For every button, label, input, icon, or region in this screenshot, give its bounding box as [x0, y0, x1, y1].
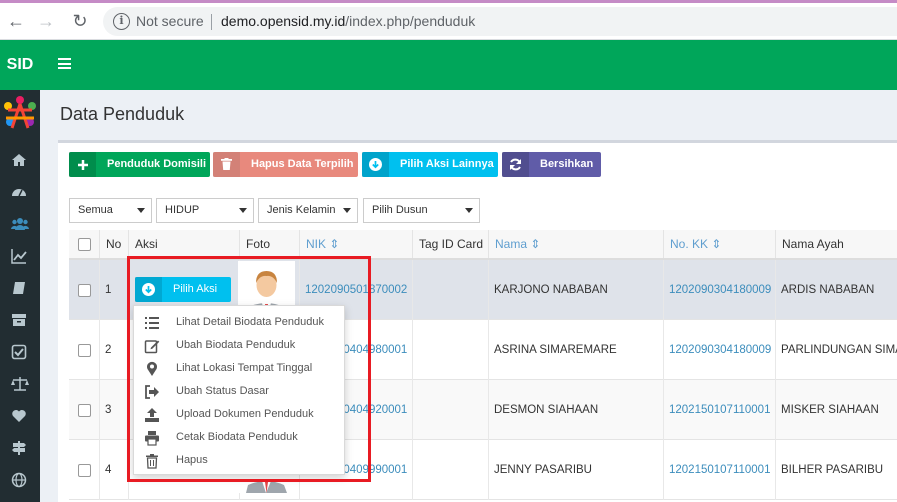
home-icon [12, 154, 26, 166]
col-foto: Foto [239, 230, 299, 258]
caret-down-icon [343, 208, 351, 213]
col-tag: Tag ID Card [412, 230, 488, 258]
row-checkbox[interactable] [78, 404, 91, 417]
url-text[interactable]: demo.opensid.my.id/index.php/penduduk [221, 13, 475, 29]
users-icon [11, 218, 29, 230]
reload-icon[interactable]: ↻ [68, 9, 92, 33]
col-ayah: Nama Ayah [775, 230, 897, 258]
col-nik-label: NIK [306, 237, 327, 251]
signpost-icon [12, 441, 26, 455]
row-ayah: BILHER PASARIBU [781, 464, 884, 476]
sort-icon: ⇕ [711, 237, 722, 251]
refresh-icon [502, 152, 529, 177]
select-value: HIDUP [165, 204, 200, 216]
row-nama: JENNY PASARIBU [494, 464, 592, 476]
col-nik[interactable]: NIK ⇕ [299, 230, 412, 258]
page-title: Data Penduduk [60, 104, 185, 124]
row-nama: ASRINA SIMAREMARE [494, 344, 617, 356]
url-host: demo.opensid.my.id [221, 13, 346, 29]
row-kk[interactable]: 1202090304180009 [663, 260, 775, 320]
sidebar-item-bantuan[interactable] [0, 400, 40, 432]
chart-icon [11, 249, 27, 264]
row-kk[interactable]: 1202090304180009 [663, 320, 775, 380]
arrow-circle-down-icon [362, 152, 389, 177]
row-no: 2 [105, 344, 112, 356]
sidebar-item-web[interactable] [0, 464, 40, 496]
security-label: Not secure [136, 13, 204, 29]
url-separator [211, 14, 212, 30]
book-icon [13, 282, 25, 294]
col-kk-label: No. KK [670, 237, 709, 251]
button-label: Bersihkan [540, 158, 594, 170]
sidebar-item-verifikasi[interactable] [0, 336, 40, 368]
highlight-annotation-box [127, 256, 371, 482]
sidebar: SID [0, 40, 40, 502]
delete-selected-button[interactable]: Hapus Data Terpilih [213, 152, 358, 177]
menu-toggle-icon[interactable] [58, 58, 71, 69]
plus-icon [69, 152, 96, 177]
sidebar-item-pemetaan[interactable] [0, 432, 40, 464]
caret-down-icon [239, 208, 247, 213]
col-no: No [99, 230, 127, 258]
forward-icon[interactable]: → [34, 9, 58, 33]
sidebar-item-home[interactable] [0, 144, 40, 176]
sidebar-item-dashboard[interactable] [0, 176, 40, 208]
row-checkbox[interactable] [78, 464, 91, 477]
caret-down-icon [137, 208, 145, 213]
row-ayah: PARLINDUNGAN SIMAREMARE [781, 344, 897, 356]
row-no: 4 [105, 464, 112, 476]
select-value: Jenis Kelamin [267, 204, 336, 216]
hidup-filter-select[interactable]: HIDUP [156, 198, 254, 223]
status-filter-select[interactable]: Semua [69, 198, 152, 223]
row-checkbox[interactable] [78, 284, 91, 297]
address-bar[interactable]: i Not secure demo.opensid.my.id/index.ph… [103, 7, 897, 36]
balance-scale-icon [11, 377, 29, 391]
sort-icon: ⇕ [329, 237, 340, 251]
caret-down-icon [465, 208, 473, 213]
row-kk[interactable]: 1202150107110001 [663, 380, 775, 440]
select-value: Pilih Dusun [372, 204, 428, 216]
select-all-checkbox[interactable] [78, 238, 91, 251]
url-path: /index.php/penduduk [345, 13, 476, 29]
sidebar-item-penduduk[interactable] [0, 208, 40, 240]
row-no: 3 [105, 404, 112, 416]
row-checkbox[interactable] [78, 344, 91, 357]
col-aksi: Aksi [128, 230, 238, 258]
sidebar-item-statistik[interactable] [0, 240, 40, 272]
col-nama-label: Nama [495, 237, 528, 251]
row-nama: DESMON SIAHAAN [494, 404, 599, 416]
village-logo-icon [4, 96, 36, 129]
row-no: 1 [105, 284, 112, 296]
sidebar-item-arsip[interactable] [0, 304, 40, 336]
browser-toolbar: ← → ↻ i Not secure demo.opensid.my.id/in… [0, 3, 897, 40]
col-kk[interactable]: No. KK ⇕ [663, 230, 775, 258]
more-actions-button[interactable]: Pilih Aksi Lainnya [362, 152, 498, 177]
info-icon[interactable]: i [113, 13, 130, 30]
check-square-icon [11, 344, 27, 360]
globe-icon [11, 472, 27, 488]
button-label: Pilih Aksi Lainnya [400, 158, 494, 170]
trash-icon [213, 152, 240, 177]
row-nama: KARJONO NABABAN [494, 284, 608, 296]
sort-icon: ⇕ [530, 237, 541, 251]
row-kk[interactable]: 1202150107110001 [663, 440, 775, 500]
clear-button[interactable]: Bersihkan [502, 152, 601, 177]
top-navbar [40, 40, 897, 90]
dashboard-icon [12, 189, 26, 197]
archive-icon [12, 314, 26, 326]
sidebar-item-layanan[interactable] [0, 272, 40, 304]
sidebar-item-hukum[interactable] [0, 368, 40, 400]
gender-filter-select[interactable]: Jenis Kelamin [258, 198, 358, 223]
row-ayah: MISKER SIAHAAN [781, 404, 879, 416]
heart-icon [12, 410, 26, 422]
back-icon[interactable]: ← [4, 9, 28, 33]
app-logo[interactable]: SID [0, 40, 40, 90]
button-label: Penduduk Domisili [107, 158, 207, 170]
row-ayah: ARDIS NABABAN [781, 284, 875, 296]
col-nama[interactable]: Nama ⇕ [488, 230, 663, 258]
dusun-filter-select[interactable]: Pilih Dusun [363, 198, 480, 223]
select-value: Semua [78, 204, 113, 216]
add-penduduk-domisili-button[interactable]: Penduduk Domisili [69, 152, 210, 177]
button-label: Hapus Data Terpilih [251, 158, 354, 170]
